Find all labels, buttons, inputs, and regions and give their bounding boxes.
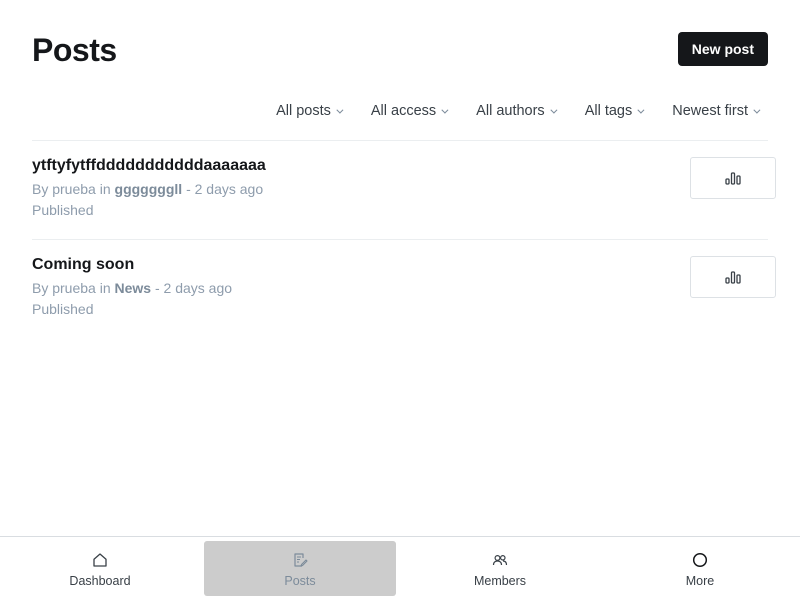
post-author: prueba [52, 280, 96, 296]
filter-label: All authors [476, 103, 545, 119]
chevron-down-icon [550, 106, 558, 114]
post-tag: News [114, 280, 152, 296]
page-title: Posts [32, 32, 117, 68]
post-time: - 2 days ago [186, 181, 264, 197]
list-divider [32, 239, 768, 240]
post-analytics-button[interactable] [690, 256, 776, 298]
nav-label: More [685, 574, 715, 588]
bar-chart-icon [725, 172, 741, 185]
post-list-item[interactable]: ytftyfytffdddddddddddaaaaaaa By prueba i… [32, 157, 776, 237]
edit-post-icon [292, 551, 308, 569]
post-author: prueba [52, 181, 96, 197]
chevron-down-icon [441, 106, 449, 114]
filter-label: Newest first [672, 103, 748, 119]
bar-chart-icon [725, 271, 741, 284]
post-title[interactable]: Coming soon [32, 256, 134, 274]
filter-tags[interactable]: All tags [584, 100, 645, 122]
chevron-down-icon [753, 106, 761, 114]
post-time: - 2 days ago [154, 280, 233, 296]
nav-item-posts[interactable]: Posts [200, 537, 400, 600]
meta-in: in [99, 181, 111, 197]
filter-access[interactable]: All access [370, 100, 449, 122]
filter-label: All access [370, 103, 437, 119]
meta-in: in [99, 280, 111, 296]
page-header: Posts New post [32, 32, 768, 68]
nav-label: Dashboard [69, 574, 131, 588]
filter-sort-order[interactable]: Newest first [672, 100, 761, 122]
filter-authors[interactable]: All authors [476, 100, 558, 122]
post-status: Published [32, 301, 94, 317]
post-title[interactable]: ytftyfytffdddddddddddaaaaaaa [32, 157, 266, 175]
bottom-nav: Dashboard Posts Members More [0, 536, 800, 600]
filter-label: All posts [276, 103, 331, 119]
filter-label: All tags [584, 103, 633, 119]
circle-icon [692, 551, 708, 569]
post-status: Published [32, 202, 94, 218]
post-tag: gggggggll [114, 181, 183, 197]
nav-item-more[interactable]: More [600, 537, 800, 600]
post-meta: By prueba in gggggggll - 2 days ago [32, 181, 263, 197]
post-analytics-button[interactable] [690, 157, 776, 199]
nav-item-members[interactable]: Members [400, 537, 600, 600]
chevron-down-icon [637, 106, 645, 114]
meta-by: By [32, 181, 49, 197]
nav-label: Posts [284, 574, 316, 588]
post-list-item[interactable]: Coming soon By prueba in News - 2 days a… [32, 256, 776, 336]
nav-item-dashboard[interactable]: Dashboard [0, 537, 200, 600]
nav-label: Members [473, 574, 527, 588]
post-meta: By prueba in News - 2 days ago [32, 280, 232, 296]
chevron-down-icon [336, 106, 344, 114]
members-icon [492, 551, 508, 569]
new-post-button[interactable]: New post [677, 32, 768, 66]
filter-post-type[interactable]: All posts [276, 100, 344, 122]
meta-by: By [32, 280, 49, 296]
filter-bar: All posts All access All authors All tag… [246, 100, 761, 122]
list-divider [32, 140, 768, 141]
home-icon [92, 551, 108, 569]
